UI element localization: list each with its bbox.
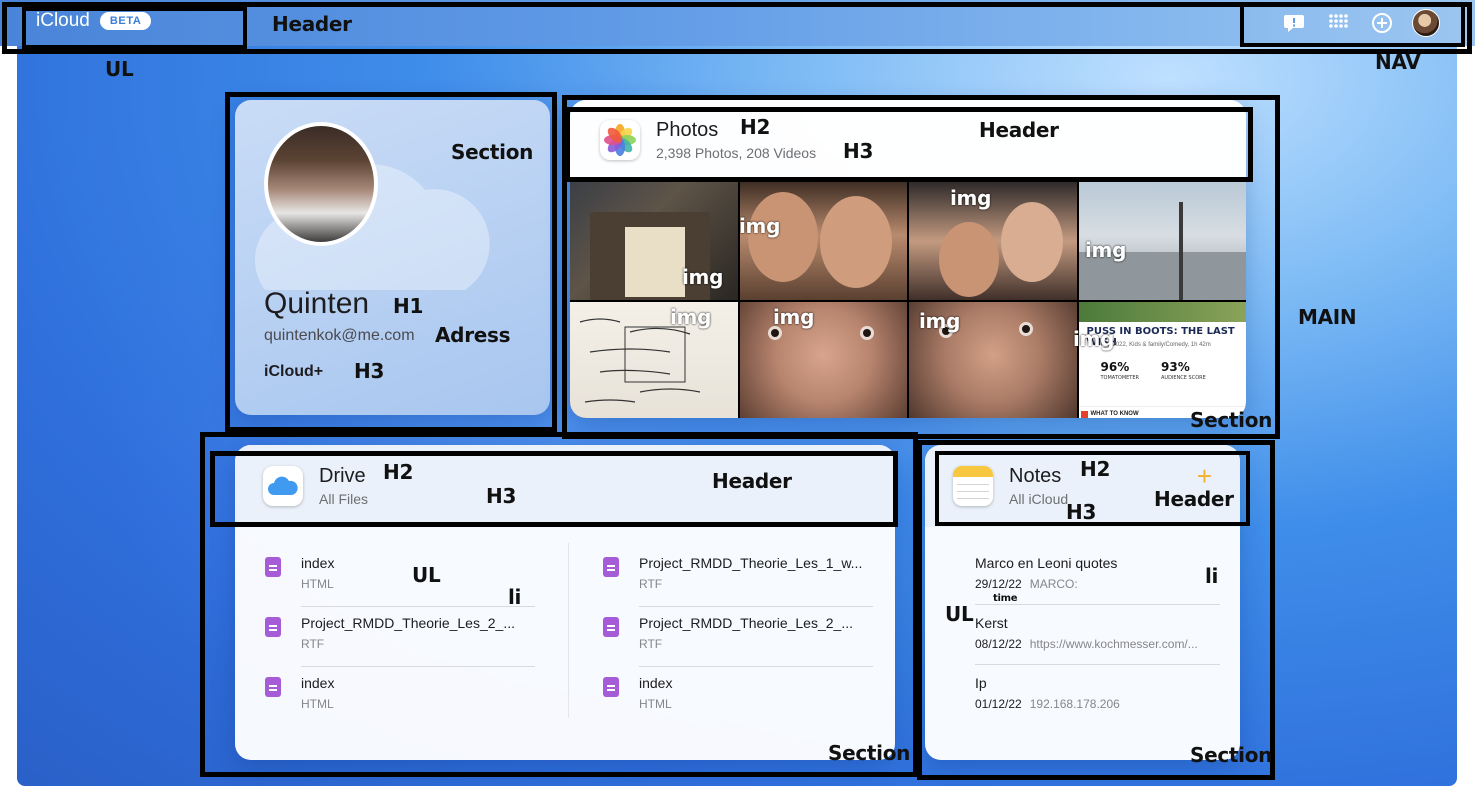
photos-widget: Photos 2,398 Photos, 208 Videos PUSS IN … xyxy=(570,100,1246,418)
annotation-img: img xyxy=(773,305,815,329)
drive-widget: Drive All Files index HTML Project_RMDD_T… xyxy=(235,445,895,760)
photo-tile[interactable] xyxy=(739,182,907,300)
note-date: 01/12/22 xyxy=(975,697,1022,711)
annotation-time: time xyxy=(993,593,1018,604)
annotation-header: Header xyxy=(272,12,352,36)
annotation-h3: H3 xyxy=(1066,500,1097,524)
annotation-img: img xyxy=(1073,327,1115,351)
audience-label: AUDIENCE SCORE xyxy=(1161,375,1206,381)
annotation-main: MAIN xyxy=(1298,305,1357,329)
annotation-img: img xyxy=(739,214,781,238)
annotation-h3: H3 xyxy=(486,484,517,508)
profile-photo xyxy=(264,122,378,246)
photos-subtitle: 2,398 Photos, 208 Videos xyxy=(656,145,817,161)
profile-name: Quinten xyxy=(264,287,370,320)
annotation-address: Adress xyxy=(435,323,511,347)
document-icon xyxy=(603,677,619,697)
note-date: 08/12/22 xyxy=(975,637,1022,651)
tomatometer-label: TOMATOMETER xyxy=(1100,375,1140,381)
document-icon xyxy=(265,557,281,577)
profile-email: quintenkok@me.com xyxy=(264,327,415,344)
app-grid-icon[interactable] xyxy=(1324,9,1352,37)
annotation-section: Section xyxy=(1190,408,1273,432)
annotation-nav: NAV xyxy=(1375,50,1421,74)
annotation-img: img xyxy=(950,186,992,210)
photo-tile[interactable] xyxy=(570,302,738,418)
list-item[interactable]: index HTML xyxy=(603,667,873,727)
nav-icons xyxy=(1280,9,1440,37)
list-item[interactable]: Project_RMDD_Theorie_Les_2_... RTF xyxy=(603,607,873,667)
photos-title: Photos xyxy=(656,119,719,141)
feedback-icon[interactable] xyxy=(1280,9,1308,37)
annotation-header: Header xyxy=(979,118,1059,142)
list-item[interactable]: Kerst 08/12/22 https://www.kochmesser.com/… xyxy=(975,605,1220,665)
list-item[interactable]: index HTML xyxy=(265,547,535,607)
drive-header: Drive All Files xyxy=(235,445,895,527)
brand-name: iCloud xyxy=(36,10,90,31)
avatar[interactable] xyxy=(1412,9,1440,37)
annotation-h2: H2 xyxy=(740,115,771,139)
drive-app-icon xyxy=(263,466,303,506)
add-icon[interactable] xyxy=(1368,9,1396,37)
photo-tile[interactable] xyxy=(739,302,907,418)
annotation-h2: H2 xyxy=(383,460,414,484)
annotation-ul: UL xyxy=(412,563,441,587)
notes-subtitle: All iCloud xyxy=(1009,491,1069,507)
drive-title: Drive xyxy=(319,465,366,487)
photos-header: Photos 2,398 Photos, 208 Videos xyxy=(570,100,1246,180)
annotation-section: Section xyxy=(828,741,911,765)
document-icon xyxy=(265,677,281,697)
annotation-li: li xyxy=(508,585,522,609)
drive-file-list-left: index HTML Project_RMDD_Theorie_Les_2_...… xyxy=(265,547,535,727)
annotation-header: Header xyxy=(712,469,792,493)
photo-tile[interactable] xyxy=(909,182,1077,300)
notes-title: Notes xyxy=(1009,465,1062,487)
annotation-h3: H3 xyxy=(354,359,385,383)
annotation-section: Section xyxy=(451,140,534,164)
notes-app-icon xyxy=(953,466,993,506)
photo-grid: PUSS IN BOOTS: THE LAST WISH PG, 2022, K… xyxy=(570,182,1246,418)
list-item[interactable]: Ip 01/12/22 192.168.178.206 xyxy=(975,665,1220,725)
annotation-img: img xyxy=(1085,238,1127,262)
annotation-li: li xyxy=(1205,564,1219,588)
annotation-header: Header xyxy=(1154,487,1234,511)
drive-subtitle: All Files xyxy=(319,491,369,507)
document-icon xyxy=(603,617,619,637)
annotation-ul: UL xyxy=(945,602,974,626)
audience-score: 93% xyxy=(1161,360,1190,374)
top-bar: iCloud BETA xyxy=(0,0,1475,46)
annotation-h3: H3 xyxy=(843,139,874,163)
list-item[interactable]: index HTML xyxy=(265,667,535,727)
annotation-h1: H1 xyxy=(393,294,424,318)
document-icon xyxy=(603,557,619,577)
profile-plan: iCloud+ xyxy=(264,363,324,380)
beta-badge: BETA xyxy=(99,12,152,30)
annotation-section: Section xyxy=(1190,743,1273,767)
list-item[interactable]: Project_RMDD_Theorie_Les_1_w... RTF xyxy=(603,547,873,607)
drive-file-list-right: Project_RMDD_Theorie_Les_1_w... RTF Proje… xyxy=(603,547,873,727)
note-date: 29/12/22 xyxy=(975,577,1022,591)
document-icon xyxy=(265,617,281,637)
annotation-img: img xyxy=(682,265,724,289)
icloud-brand[interactable]: iCloud BETA xyxy=(33,10,152,32)
photos-app-icon xyxy=(600,120,640,160)
photo-tile[interactable]: PUSS IN BOOTS: THE LAST WISH PG, 2022, K… xyxy=(1078,302,1246,418)
list-item[interactable]: Project_RMDD_Theorie_Les_2_... RTF xyxy=(265,607,535,667)
poster-meta: PG, 2022, Kids & family/Comedy, 1h 42m xyxy=(1100,342,1211,348)
annotation-ul: UL xyxy=(105,57,134,81)
annotation-img: img xyxy=(919,309,961,333)
annotation-img: img xyxy=(670,305,712,329)
tomatometer-score: 96% xyxy=(1100,360,1130,374)
notes-list: Marco en Leoni quotes 29/12/22 MARCO: Kers… xyxy=(975,545,1220,725)
annotation-h2: H2 xyxy=(1080,457,1111,481)
column-divider xyxy=(568,543,569,718)
